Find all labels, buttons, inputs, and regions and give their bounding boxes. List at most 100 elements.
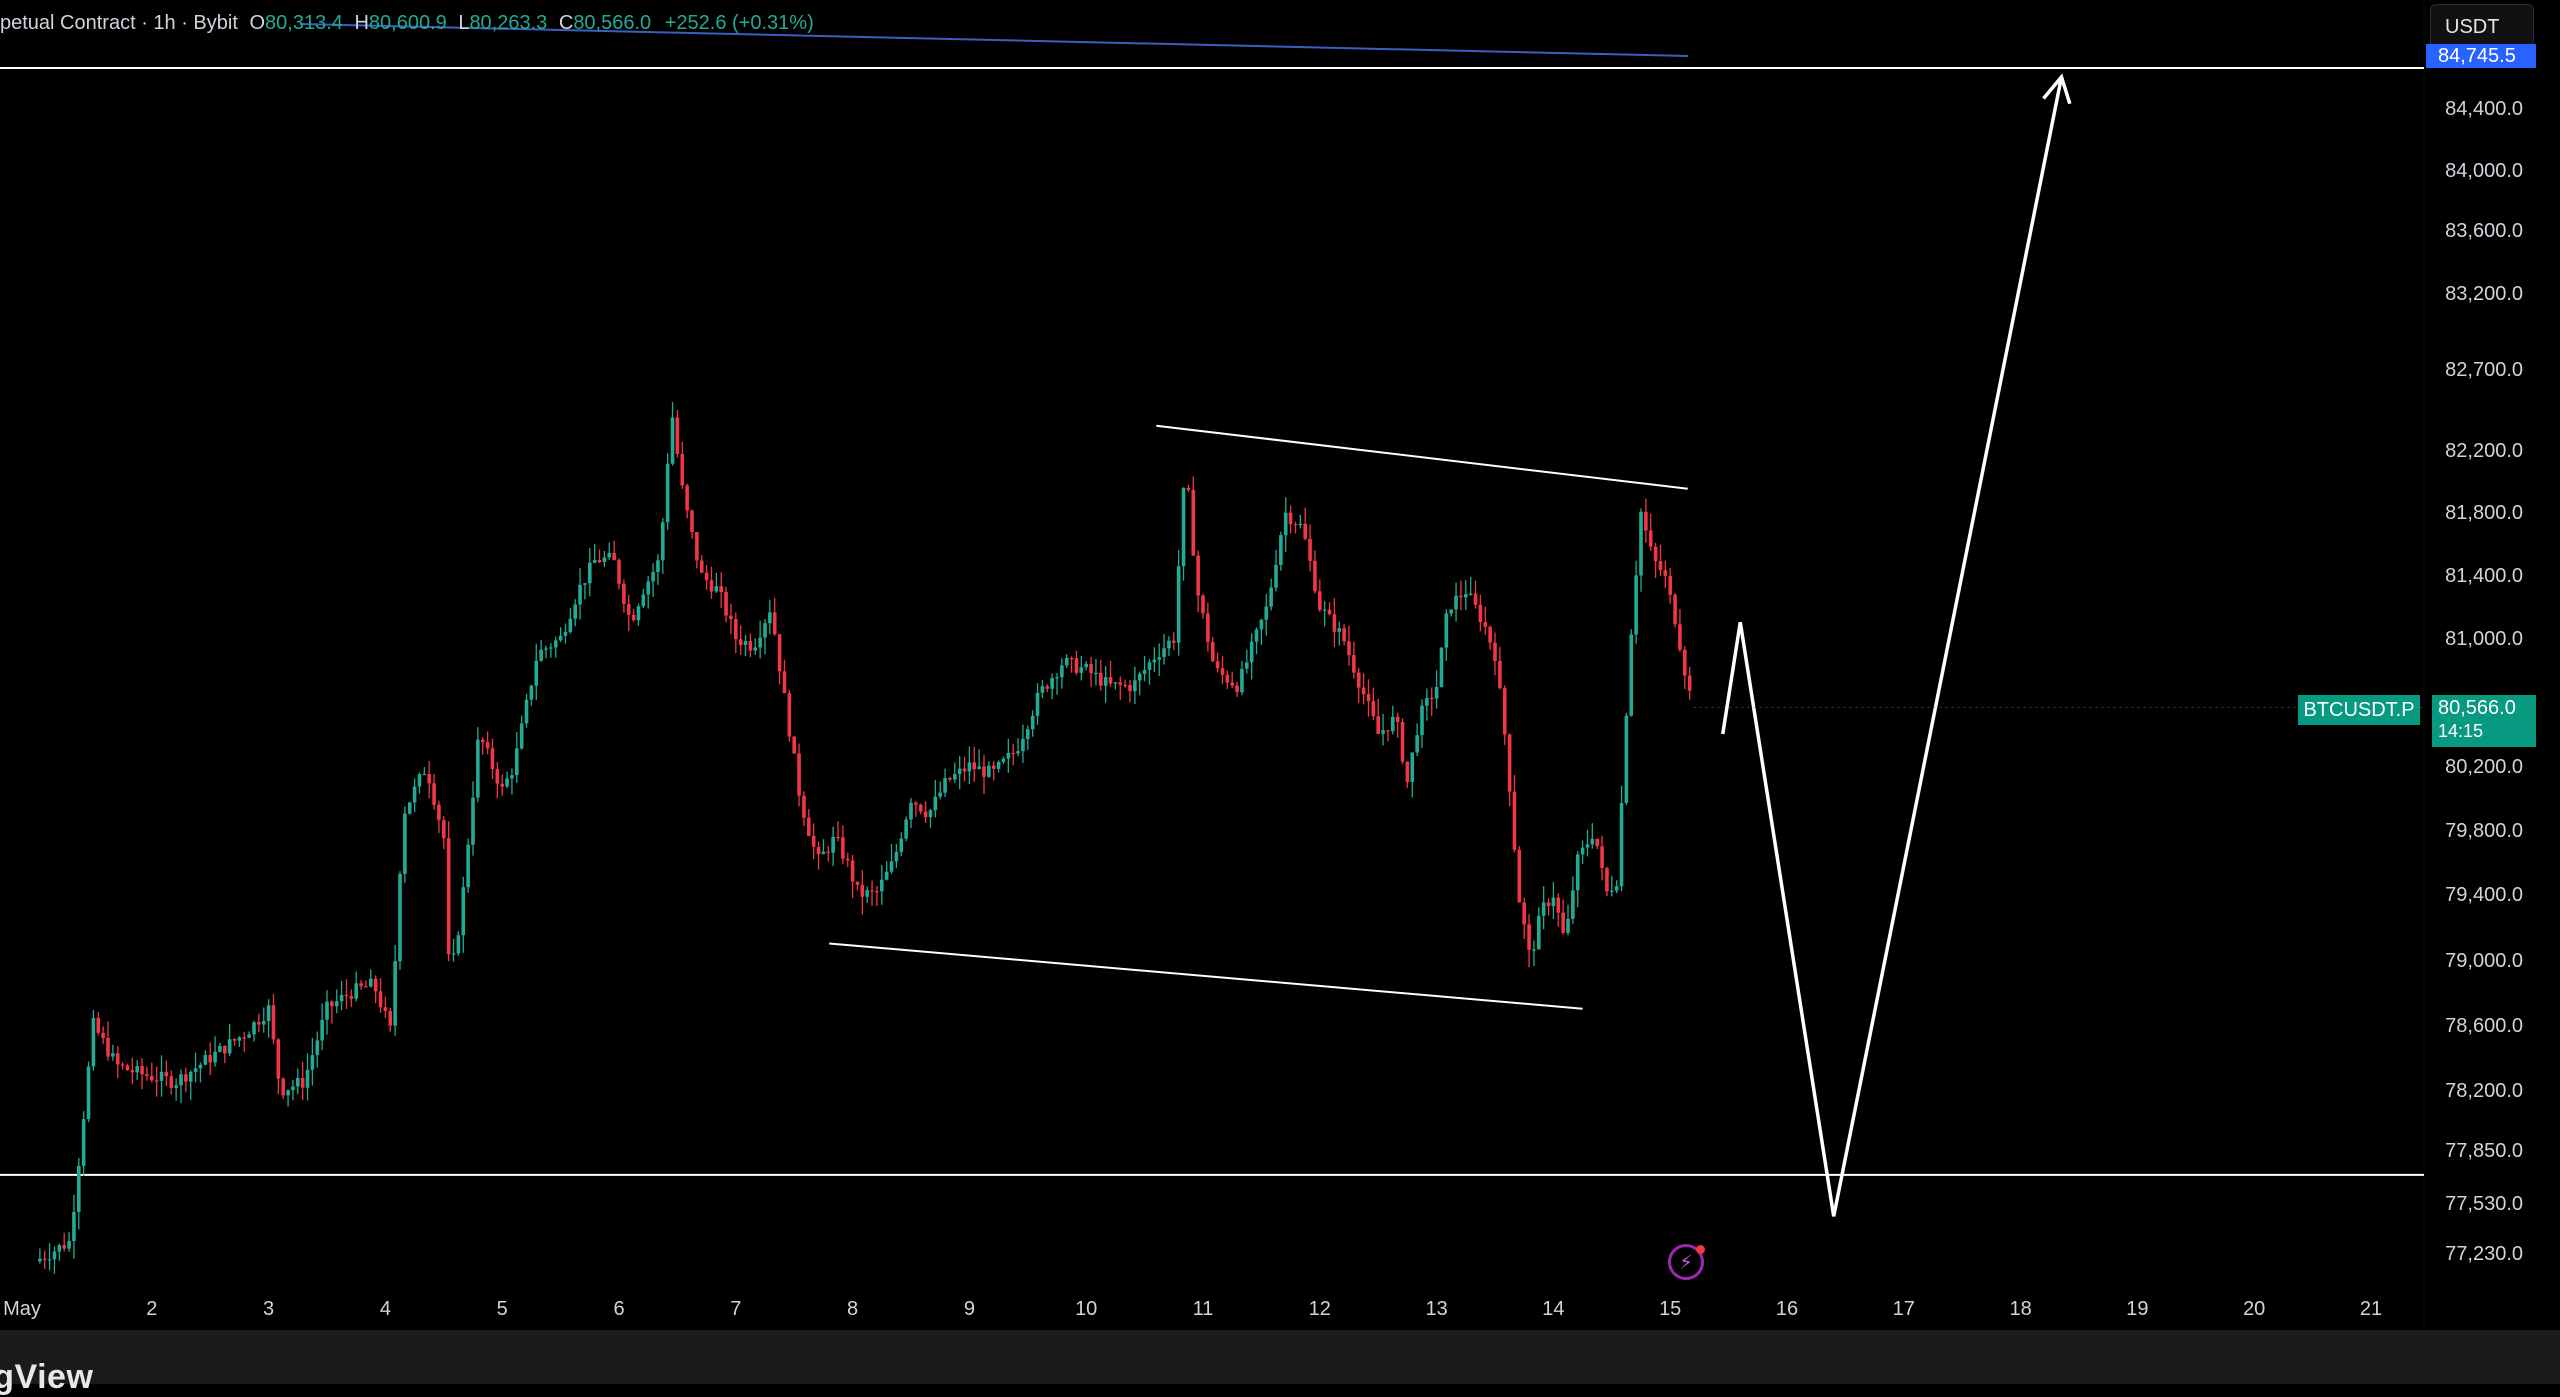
candle-body <box>393 961 397 1026</box>
candle-body <box>1089 663 1093 674</box>
candle-body <box>135 1066 139 1073</box>
candle-body <box>179 1074 183 1086</box>
candle-body <box>602 557 607 562</box>
candle-body <box>252 1022 256 1035</box>
candle-body <box>685 485 689 511</box>
candle-body <box>641 594 646 607</box>
candle-body <box>1084 663 1088 668</box>
x-tick-label: 8 <box>847 1298 858 1320</box>
candle-body <box>870 890 874 892</box>
candle-body <box>1045 686 1050 689</box>
candle-body <box>777 634 782 672</box>
candle-body <box>807 817 811 836</box>
candle-body <box>388 1010 393 1026</box>
candle-body <box>1546 902 1551 907</box>
candle-body <box>1279 535 1283 565</box>
candle-body <box>91 1017 96 1067</box>
candle-body <box>1395 716 1400 722</box>
candle-body <box>938 792 942 797</box>
candle-body <box>841 837 845 859</box>
candle-body <box>1293 524 1298 526</box>
price-chart[interactable]: 84,400.0 84,000.0 83,600.0 83,200.0 82,700.0… <box>0 0 2560 1384</box>
candle-body <box>427 773 431 784</box>
candle-body <box>1507 734 1512 792</box>
candle-body <box>646 581 650 595</box>
candle-body <box>1240 668 1244 693</box>
candle-body <box>1030 715 1035 730</box>
candle-body <box>914 802 918 805</box>
candle-body <box>276 1039 281 1079</box>
candle-body <box>768 612 772 624</box>
candle-body <box>1425 697 1429 706</box>
y-tick-label: 78,200.0 <box>2445 1080 2523 1102</box>
candle-body <box>145 1074 149 1077</box>
candle-body <box>982 766 986 777</box>
candle-body <box>261 1021 266 1025</box>
bottom-toolbar <box>0 1330 2560 1384</box>
candle-body <box>1123 684 1127 687</box>
candle-body <box>115 1053 120 1065</box>
candle-body <box>96 1017 101 1033</box>
candle-body <box>1181 487 1186 567</box>
candle-body <box>505 778 509 787</box>
candle-body <box>232 1039 237 1041</box>
candle-body <box>1410 752 1415 782</box>
channel-top-trendline[interactable] <box>1156 424 1688 490</box>
x-tick-label: May <box>3 1298 41 1320</box>
x-tick-label: 16 <box>1776 1298 1798 1320</box>
candle-body <box>1201 595 1205 614</box>
candle-body <box>407 802 412 814</box>
candle-body <box>1381 730 1385 734</box>
candle-body <box>753 647 758 651</box>
candle-body <box>836 836 840 839</box>
y-tick-label: 77,230.0 <box>2445 1243 2523 1265</box>
candle-body <box>534 660 539 686</box>
candle-body <box>1006 753 1011 759</box>
candle-body <box>218 1045 222 1052</box>
candle-body <box>62 1245 66 1249</box>
candle-body <box>1162 648 1166 658</box>
y-tick-label: 79,800.0 <box>2445 820 2523 842</box>
candle-body <box>1571 890 1575 919</box>
candle-body <box>257 1022 261 1025</box>
candle-body <box>1634 575 1638 635</box>
candle-body <box>738 639 743 645</box>
channel-bottom-trendline[interactable] <box>829 942 1583 1010</box>
candle-body <box>330 1001 334 1007</box>
x-tick-label: 15 <box>1659 1298 1681 1320</box>
candle-body <box>1001 758 1006 762</box>
candle-body <box>1356 672 1361 688</box>
candle-body <box>651 572 655 582</box>
candle-body <box>437 804 441 821</box>
lightning-bolt-icon[interactable]: ⚡ <box>1668 1244 1705 1280</box>
x-tick-label: 20 <box>2243 1298 2265 1320</box>
candle-body <box>1605 867 1609 892</box>
candle-body <box>787 693 792 737</box>
candle-body <box>266 1005 271 1022</box>
x-tick-label: 11 <box>1193 1298 1214 1320</box>
candle-body <box>72 1211 76 1241</box>
candle-body <box>1415 735 1419 753</box>
candle-body <box>1137 673 1142 681</box>
candle-body <box>417 774 422 787</box>
candle-body <box>592 560 597 563</box>
candle-body <box>1060 665 1064 678</box>
candle-body <box>1595 838 1599 847</box>
x-tick-label: 4 <box>380 1298 391 1320</box>
candle-body <box>1157 657 1161 660</box>
candle-body <box>855 881 860 885</box>
candle-body <box>933 796 938 811</box>
projection-path[interactable] <box>1721 76 2064 1217</box>
candle-body <box>1191 489 1196 556</box>
candle-body <box>1298 523 1303 526</box>
candle-body <box>446 838 451 955</box>
candle-body <box>1040 686 1045 693</box>
candle-body <box>52 1251 57 1260</box>
candle-body <box>412 786 417 803</box>
candle-body <box>1133 680 1137 692</box>
candle-body <box>1575 854 1580 891</box>
candle-body <box>500 783 504 787</box>
candle-body <box>563 631 568 636</box>
chart-canvas[interactable]: 84,400.0 84,000.0 83,600.0 83,200.0 82,700.0… <box>0 0 2560 1384</box>
candle-body <box>120 1064 125 1066</box>
